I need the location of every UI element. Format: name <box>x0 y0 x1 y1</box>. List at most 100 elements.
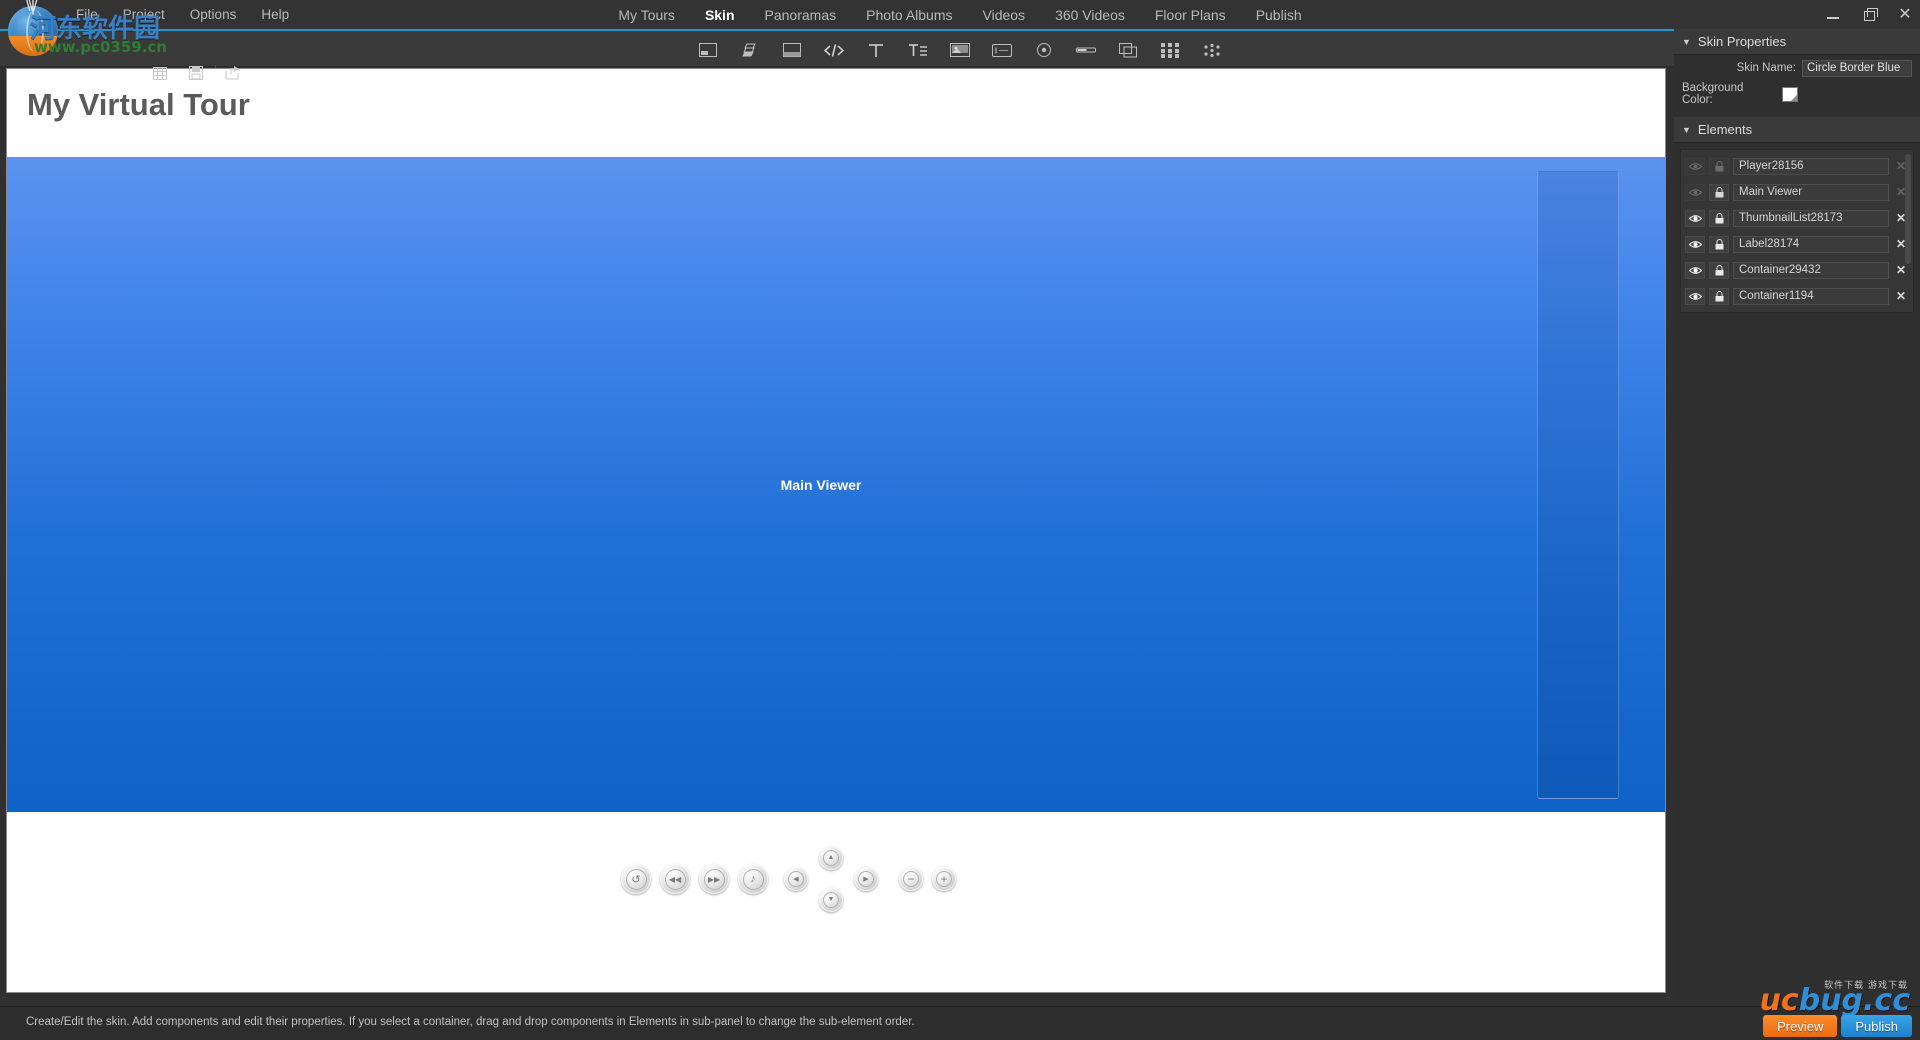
lock-icon[interactable] <box>1709 183 1729 201</box>
element-row-container1194[interactable]: Container1194 ✕ <box>1681 286 1913 306</box>
eye-icon[interactable] <box>1685 235 1705 253</box>
eye-icon[interactable] <box>1685 183 1705 201</box>
remove-element-icon[interactable]: ✕ <box>1893 263 1909 277</box>
lock-icon[interactable] <box>1709 157 1729 175</box>
chevron-down-icon[interactable]: ▼ <box>1682 125 1691 135</box>
close-icon[interactable]: ✕ <box>1898 6 1912 22</box>
image-component-icon[interactable] <box>949 40 971 60</box>
tab-videos[interactable]: Videos <box>983 7 1026 23</box>
element-name-input[interactable]: Main Viewer <box>1733 183 1889 201</box>
thumbnail-grid-component-icon[interactable] <box>1159 40 1181 60</box>
more-components-icon[interactable] <box>1201 40 1223 60</box>
elements-header[interactable]: ▼ Elements <box>1674 117 1920 143</box>
rectangle-component-icon[interactable] <box>781 40 803 60</box>
grid-icon[interactable] <box>150 63 170 83</box>
save-icon[interactable] <box>186 63 206 83</box>
restore-icon[interactable] <box>1862 7 1878 22</box>
eye-icon[interactable] <box>1685 261 1705 279</box>
remove-element-icon[interactable]: ✕ <box>1893 159 1909 173</box>
lock-icon[interactable] <box>1709 287 1729 305</box>
text-component-icon[interactable] <box>865 40 887 60</box>
skin-name-input[interactable]: Circle Border Blue <box>1802 59 1912 77</box>
menu-project[interactable]: Project <box>123 7 165 22</box>
mute-button[interactable]: ♪ <box>738 864 768 894</box>
forward-button[interactable]: ▶▶ <box>699 864 729 894</box>
tab-skin[interactable]: Skin <box>705 7 735 23</box>
lock-icon[interactable] <box>1709 261 1729 279</box>
zoom-out-glyph: − <box>902 870 920 888</box>
rewind-button[interactable]: ◀◀ <box>660 864 690 894</box>
window-controls: ✕ <box>1826 0 1912 29</box>
input-field-component-icon[interactable] <box>991 40 1013 60</box>
controls-bar: ↺ ◀◀ ▶▶ ♪ ◀ ▲ ▼ ▶ − + <box>7 812 1665 992</box>
zoom-in-button[interactable]: + <box>932 867 956 891</box>
eye-icon[interactable] <box>1685 157 1705 175</box>
element-name-input[interactable]: Container29432 <box>1733 261 1889 279</box>
title-bar: File Project Options Help My Tours Skin … <box>0 0 1920 29</box>
hotspot-component-icon[interactable] <box>739 40 761 60</box>
minimize-icon[interactable] <box>1826 8 1840 22</box>
tab-photo-albums[interactable]: Photo Albums <box>866 7 952 23</box>
tab-floor-plans[interactable]: Floor Plans <box>1155 7 1226 23</box>
element-row-thumbnaillist28173[interactable]: ThumbnailList28173 ✕ <box>1681 208 1913 228</box>
eye-icon[interactable] <box>1685 209 1705 227</box>
publish-button[interactable]: Publish <box>1841 1015 1912 1037</box>
tab-my-tours[interactable]: My Tours <box>618 7 675 23</box>
menu-options[interactable]: Options <box>190 7 237 22</box>
pan-left-glyph: ◀ <box>787 870 805 888</box>
element-name-input[interactable]: Container1194 <box>1733 287 1889 305</box>
skin-properties-title: Skin Properties <box>1697 34 1787 49</box>
element-name-input[interactable]: Label28174 <box>1733 235 1889 253</box>
zoom-in-glyph: + <box>935 870 953 888</box>
skin-editor-canvas[interactable]: My Virtual Tour Main Viewer ↺ ◀◀ ▶▶ ♪ ◀ … <box>6 68 1666 993</box>
radio-button-component-icon[interactable] <box>1033 40 1055 60</box>
element-row-label28174[interactable]: Label28174 ✕ <box>1681 234 1913 254</box>
eye-icon[interactable] <box>1685 287 1705 305</box>
background-color-swatch[interactable] <box>1782 86 1798 102</box>
element-name-input[interactable]: ThumbnailList28173 <box>1733 209 1889 227</box>
zoom-out-button[interactable]: − <box>899 867 923 891</box>
element-row-main-viewer[interactable]: Main Viewer ✕ <box>1681 182 1913 202</box>
thumbnail-list-element[interactable] <box>1537 171 1619 799</box>
lock-icon[interactable] <box>1709 209 1729 227</box>
slider-component-icon[interactable] <box>1075 40 1097 60</box>
remove-element-icon[interactable]: ✕ <box>1893 289 1909 303</box>
pan-left-button[interactable]: ◀ <box>784 867 808 891</box>
skin-properties-header[interactable]: ▼ Skin Properties <box>1674 29 1920 55</box>
button-component-icon[interactable] <box>697 40 719 60</box>
pan-up-button[interactable]: ▲ <box>819 846 843 870</box>
reload-button[interactable]: ↺ <box>621 864 651 894</box>
forward-glyph: ▶▶ <box>703 868 725 890</box>
element-row-player28156[interactable]: Player28156 ✕ <box>1681 156 1913 176</box>
lock-icon[interactable] <box>1709 235 1729 253</box>
main-viewer-element[interactable]: Main Viewer <box>7 157 1665 812</box>
pan-up-glyph: ▲ <box>822 849 840 867</box>
rewind-glyph: ◀◀ <box>664 868 686 890</box>
application-window: File Project Options Help My Tours Skin … <box>0 0 1920 1040</box>
tour-title-label[interactable]: My Virtual Tour <box>27 87 250 123</box>
publish-actions: Preview Publish <box>1763 1015 1912 1037</box>
skin-name-label: Skin Name: <box>1736 62 1796 74</box>
menu-file[interactable]: File <box>76 7 98 22</box>
export-icon[interactable] <box>222 63 242 83</box>
element-row-container29432[interactable]: Container29432 ✕ <box>1681 260 1913 280</box>
text-box-component-icon[interactable] <box>907 40 929 60</box>
status-bar: Create/Edit the skin. Add components and… <box>0 981 1920 1040</box>
pan-right-button[interactable]: ▶ <box>854 867 878 891</box>
chevron-down-icon[interactable]: ▼ <box>1682 37 1691 47</box>
element-name-input[interactable]: Player28156 <box>1733 157 1889 175</box>
component-toolbar <box>0 29 1920 85</box>
html-code-component-icon[interactable] <box>823 40 845 60</box>
tab-panoramas[interactable]: Panoramas <box>765 7 837 23</box>
remove-element-icon[interactable]: ✕ <box>1893 185 1909 199</box>
background-color-label: Background Color: <box>1682 82 1744 106</box>
status-message: Create/Edit the skin. Add components and… <box>26 1016 915 1028</box>
elements-list: Player28156 ✕ Main Viewer ✕ ThumbnailLis… <box>1680 149 1914 313</box>
background-color-row: Background Color: <box>1674 81 1920 107</box>
menu-help[interactable]: Help <box>261 7 289 22</box>
tab-publish[interactable]: Publish <box>1256 7 1302 23</box>
tab-360-videos[interactable]: 360 Videos <box>1055 7 1125 23</box>
container-component-icon[interactable] <box>1117 40 1139 60</box>
preview-button[interactable]: Preview <box>1763 1015 1838 1037</box>
pan-down-button[interactable]: ▼ <box>819 888 843 912</box>
